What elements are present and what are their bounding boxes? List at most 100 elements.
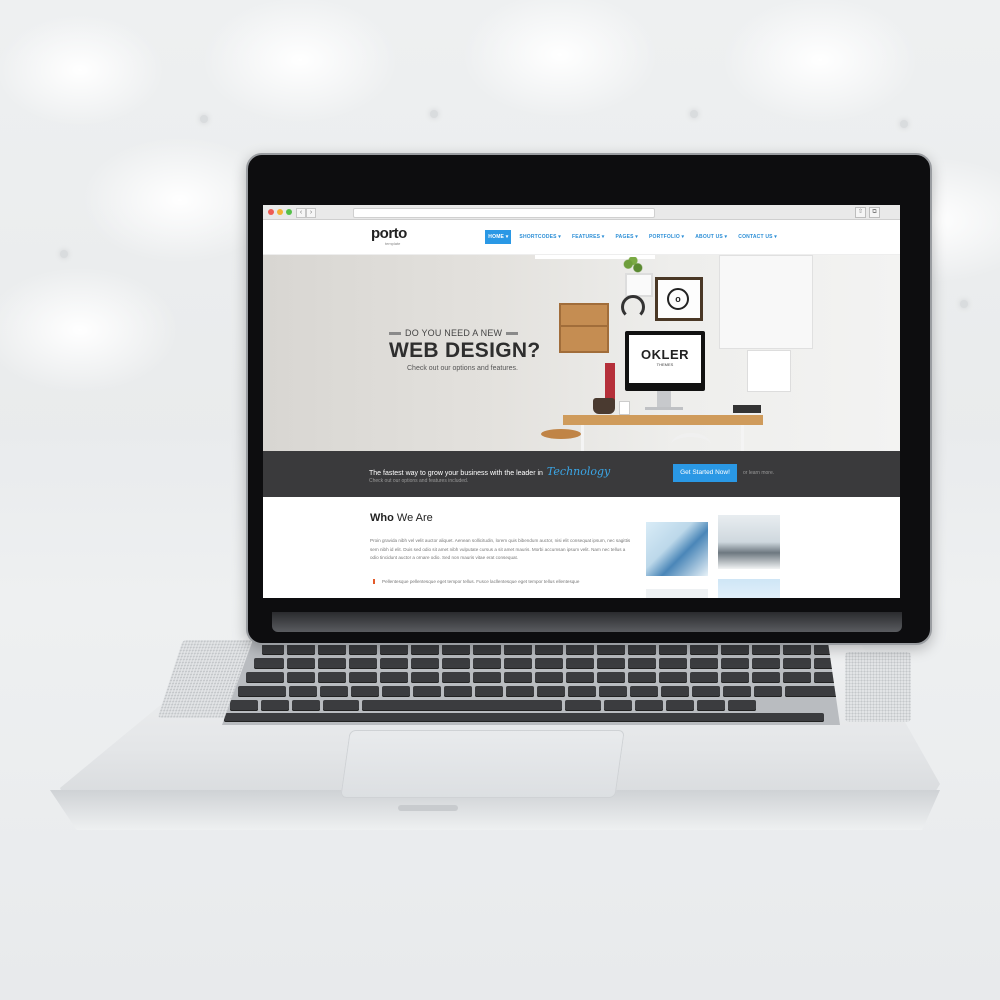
key[interactable] [287,644,315,655]
key[interactable] [723,686,751,697]
key[interactable] [442,672,470,683]
key[interactable] [659,672,687,683]
spacebar-key[interactable] [362,700,562,711]
key[interactable] [230,700,258,711]
forward-button[interactable]: › [306,208,316,218]
nav-features[interactable]: FEATURES ▾ [569,230,608,244]
key[interactable] [224,713,824,722]
back-button[interactable]: ‹ [296,208,306,218]
key[interactable] [349,672,377,683]
key[interactable] [690,644,718,655]
key[interactable] [666,700,694,711]
key[interactable] [659,658,687,669]
key[interactable] [635,700,663,711]
key[interactable] [604,700,632,711]
trackpad[interactable] [340,730,625,798]
key[interactable] [692,686,720,697]
key[interactable] [504,658,532,669]
key[interactable] [473,672,501,683]
key[interactable] [287,672,315,683]
address-bar[interactable] [353,208,655,218]
key[interactable] [754,686,782,697]
get-started-button[interactable]: Get Started Now! [673,464,737,482]
minimize-window-icon[interactable] [277,209,283,215]
key[interactable] [661,686,689,697]
key[interactable] [599,686,627,697]
key[interactable] [565,700,601,711]
key[interactable] [349,658,377,669]
nav-about-us[interactable]: ABOUT US ▾ [692,230,730,244]
key[interactable] [318,658,346,669]
close-window-icon[interactable] [268,209,274,215]
key[interactable] [413,686,441,697]
key[interactable] [535,658,563,669]
key[interactable] [287,658,315,669]
key[interactable] [475,686,503,697]
key[interactable] [380,644,408,655]
key[interactable] [566,644,594,655]
maximize-window-icon[interactable] [286,209,292,215]
key[interactable] [690,658,718,669]
key[interactable] [380,658,408,669]
key[interactable] [246,672,284,683]
key[interactable] [411,672,439,683]
nav-pages[interactable]: PAGES ▾ [613,230,641,244]
key[interactable] [535,672,563,683]
key[interactable] [785,686,840,697]
key[interactable] [351,686,379,697]
key[interactable] [473,644,501,655]
key[interactable] [262,644,284,655]
key[interactable] [318,644,346,655]
key[interactable] [659,644,687,655]
key[interactable] [721,644,749,655]
key[interactable] [349,644,377,655]
key[interactable] [411,658,439,669]
key[interactable] [320,686,348,697]
key[interactable] [783,644,811,655]
key[interactable] [566,658,594,669]
key[interactable] [728,700,756,711]
key[interactable] [292,700,320,711]
key[interactable] [504,672,532,683]
key[interactable] [380,672,408,683]
key[interactable] [261,700,289,711]
thumbnail-sky-photo[interactable] [718,579,780,598]
tabs-icon[interactable]: ⧉ [869,207,880,218]
key[interactable] [752,644,780,655]
key[interactable] [597,672,625,683]
nav-shortcodes[interactable]: SHORTCODES ▾ [516,230,564,244]
key[interactable] [752,658,780,669]
nav-contact-us[interactable]: CONTACT US ▾ [735,230,780,244]
key[interactable] [721,658,749,669]
key[interactable] [783,658,811,669]
key[interactable] [628,672,656,683]
key[interactable] [721,672,749,683]
key[interactable] [254,658,284,669]
site-logo[interactable]: porto template [371,225,407,246]
key[interactable] [628,658,656,669]
key[interactable] [597,658,625,669]
key[interactable] [783,672,811,683]
share-icon[interactable]: ⇧ [855,207,866,218]
key[interactable] [444,686,472,697]
key[interactable] [630,686,658,697]
key[interactable] [506,686,534,697]
key[interactable] [442,658,470,669]
key[interactable] [597,644,625,655]
key[interactable] [697,700,725,711]
key[interactable] [566,672,594,683]
nav-portfolio[interactable]: PORTFOLIO ▾ [646,230,687,244]
key[interactable] [535,644,563,655]
thumbnail-office-photo[interactable] [718,515,780,569]
key[interactable] [442,644,470,655]
learn-more-link[interactable]: or learn more. [743,470,774,476]
thumbnail-laptop-photo[interactable] [646,522,708,576]
nav-home[interactable]: HOME ▾ [485,230,512,244]
key[interactable] [238,686,286,697]
key[interactable] [289,686,317,697]
key[interactable] [382,686,410,697]
key[interactable] [537,686,565,697]
key[interactable] [318,672,346,683]
key[interactable] [690,672,718,683]
key[interactable] [568,686,596,697]
